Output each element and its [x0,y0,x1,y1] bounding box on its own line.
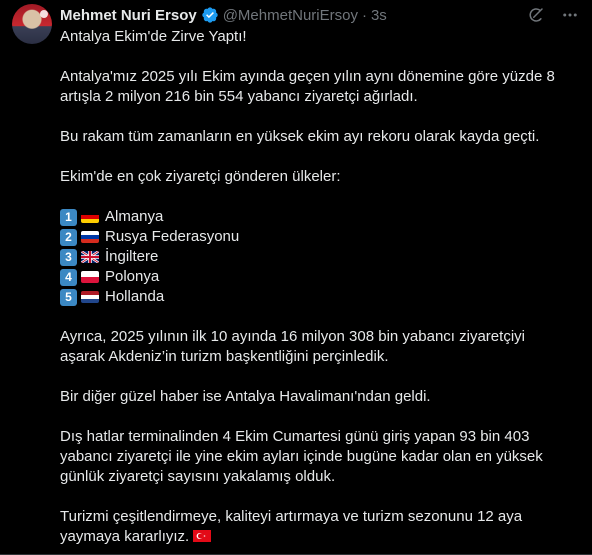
paragraph-1-line-1: Antalya'mız 2025 yılı Ekim ayında geçen … [60,68,555,85]
author-name[interactable]: Mehmet Nuri Ersoy [60,7,197,24]
list-item: 1 Almanya [60,207,580,227]
separator-dot: · [361,6,367,24]
tweet[interactable]: Mehmet Nuri Ersoy @MehmetNuriErsoy · 3s … [0,0,592,555]
country-name: Hollanda [105,288,165,305]
list-item: 3 İngiltere [60,247,580,267]
keycap-3-icon: 3 [60,248,77,266]
tweet-header: Mehmet Nuri Ersoy @MehmetNuriErsoy · 3s [60,5,387,25]
paragraph-6-line-1: Turizmi çeşitlendirmeye, kaliteyi artırm… [60,508,523,525]
keycap-1-icon: 1 [60,208,77,226]
paragraph-2: Bu rakam tüm zamanların en yüksek ekim a… [60,128,540,145]
author-handle[interactable]: @MehmetNuriErsoy [223,7,358,24]
keycap-5-icon: 5 [60,288,77,306]
country-name: İngiltere [105,248,159,265]
avatar[interactable] [12,4,52,44]
tweet-actions [526,5,580,25]
paragraph-6-line-2: yaymaya kararlıyız. [60,527,580,547]
paragraph-5-line-1: Dış hatlar terminalinden 4 Ekim Cumartes… [60,428,530,445]
more-icon[interactable] [560,5,580,25]
turkey-flag-icon [193,530,212,542]
grok-icon[interactable] [526,5,546,25]
paragraph-6-text: yaymaya kararlıyız. [60,528,190,545]
tweet-title: Antalya Ekim'de Zirve Yaptı! [60,28,247,45]
paragraph-4: Bir diğer güzel haber ise Antalya Havali… [60,388,431,405]
poland-flag-icon [81,271,99,283]
germany-flag-icon [81,211,99,223]
keycap-2-icon: 2 [60,228,77,246]
paragraph-3-line-1: Ayrıca, 2025 yılının ilk 10 ayında 16 mi… [60,328,525,345]
paragraph-5-line-2: yabancı ziyaretçi ile yine ekim ayları i… [60,448,543,465]
list-item: 4 Polonya [60,267,580,287]
paragraph-3-line-2: aşarak Akdeniz’in turizm başkentliğini p… [60,348,389,365]
country-name: Polonya [105,268,160,285]
list-item: 2 Rusya Federasyonu [60,227,580,247]
timestamp[interactable]: 3s [371,7,387,24]
list-item: 5 Hollanda [60,287,580,307]
avatar-detail [40,10,48,18]
uk-flag-icon [81,251,99,263]
paragraph-1-line-2: artışla 2 milyon 216 bin 554 yabancı ziy… [60,88,418,105]
verified-badge-icon [201,6,219,24]
country-name: Rusya Federasyonu [105,228,240,245]
russia-flag-icon [81,231,99,243]
netherlands-flag-icon [81,291,99,303]
list-title: Ekim'de en çok ziyaretçi gönderen ülkele… [60,168,341,185]
tweet-body: Antalya Ekim'de Zirve Yaptı! Antalya'mız… [60,27,580,547]
paragraph-5-line-3: günlük ziyaretçi sayısını yakalamış oldu… [60,468,336,485]
country-name: Almanya [105,208,164,225]
keycap-4-icon: 4 [60,268,77,286]
